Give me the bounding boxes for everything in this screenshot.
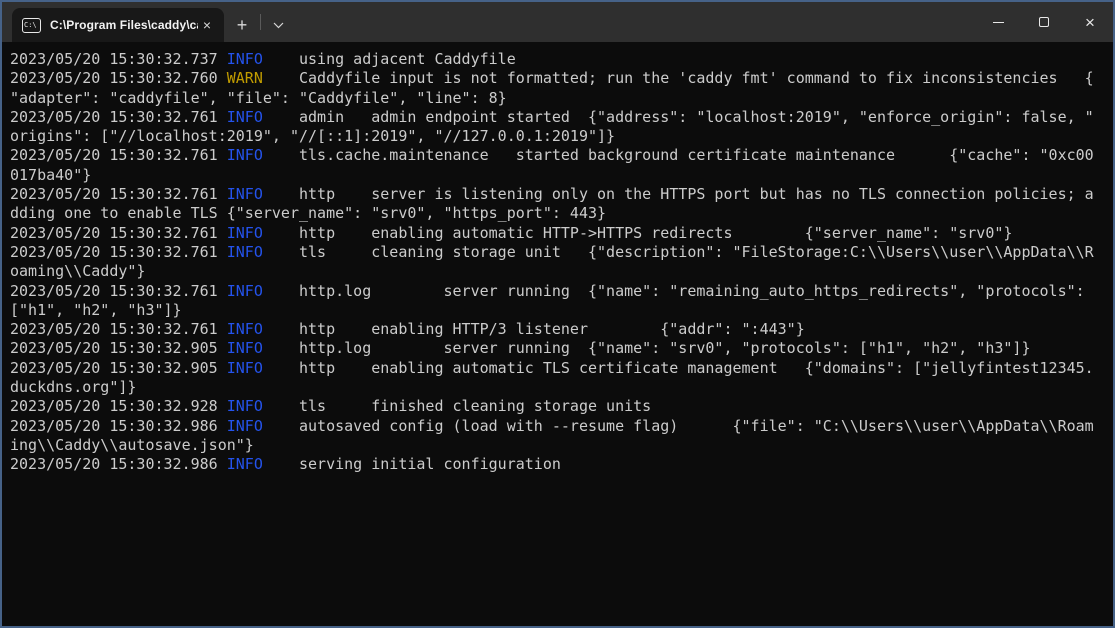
log-line: 2023/05/20 15:30:32.761 INFO http.log se… [10, 282, 1113, 301]
minimize-icon [993, 22, 1004, 23]
log-line: 2023/05/20 15:30:32.986 INFO autosaved c… [10, 417, 1113, 436]
log-line: dding one to enable TLS {"server_name": … [10, 204, 1113, 223]
log-line: origins": ["//localhost:2019", "//[::1]:… [10, 127, 1113, 146]
log-line: 017ba40"} [10, 166, 1113, 185]
log-line: "adapter": "caddyfile", "file": "Caddyfi… [10, 89, 1113, 108]
new-tab-button[interactable]: + [224, 8, 260, 42]
close-icon: × [1085, 14, 1095, 31]
tab-close-icon[interactable]: × [198, 16, 216, 34]
log-line: 2023/05/20 15:30:32.986 INFO serving ini… [10, 455, 1113, 474]
terminal-viewport[interactable]: 2023/05/20 15:30:32.737 INFO using adjac… [2, 42, 1113, 626]
log-line: ["h1", "h2", "h3"]} [10, 301, 1113, 320]
log-line: 2023/05/20 15:30:32.737 INFO using adjac… [10, 50, 1113, 69]
log-line: duckdns.org"]} [10, 378, 1113, 397]
log-line: ing\\Caddy\\autosave.json"} [10, 436, 1113, 455]
log-line: 2023/05/20 15:30:32.761 INFO http enabli… [10, 224, 1113, 243]
log-line: oaming\\Caddy"} [10, 262, 1113, 281]
maximize-icon [1039, 17, 1049, 27]
log-line: 2023/05/20 15:30:32.761 INFO tls cleanin… [10, 243, 1113, 262]
log-line: 2023/05/20 15:30:32.928 INFO tls finishe… [10, 397, 1113, 416]
log-line: 2023/05/20 15:30:32.760 WARN Caddyfile i… [10, 69, 1113, 88]
terminal-window: C:\ C:\Program Files\caddy\caddy × + × 2… [0, 0, 1115, 628]
tab-title: C:\Program Files\caddy\caddy [50, 18, 198, 32]
log-line: 2023/05/20 15:30:32.761 INFO http server… [10, 185, 1113, 204]
titlebar[interactable]: C:\ C:\Program Files\caddy\caddy × + × [2, 2, 1113, 42]
maximize-button[interactable] [1021, 2, 1067, 42]
tab-dropdown-button[interactable] [261, 8, 295, 42]
minimize-button[interactable] [975, 2, 1021, 42]
terminal-output: 2023/05/20 15:30:32.737 INFO using adjac… [10, 50, 1113, 475]
terminal-icon-glyph: C:\ [23, 19, 37, 29]
log-line: 2023/05/20 15:30:32.761 INFO admin admin… [10, 108, 1113, 127]
log-line: 2023/05/20 15:30:32.905 INFO http.log se… [10, 339, 1113, 358]
log-line: 2023/05/20 15:30:32.761 INFO tls.cache.m… [10, 146, 1113, 165]
chevron-down-icon [273, 16, 284, 34]
tab-active[interactable]: C:\ C:\Program Files\caddy\caddy × [12, 8, 224, 42]
terminal-icon: C:\ [22, 18, 41, 33]
log-line: 2023/05/20 15:30:32.905 INFO http enabli… [10, 359, 1113, 378]
close-button[interactable]: × [1067, 2, 1113, 42]
log-line: 2023/05/20 15:30:32.761 INFO http enabli… [10, 320, 1113, 339]
